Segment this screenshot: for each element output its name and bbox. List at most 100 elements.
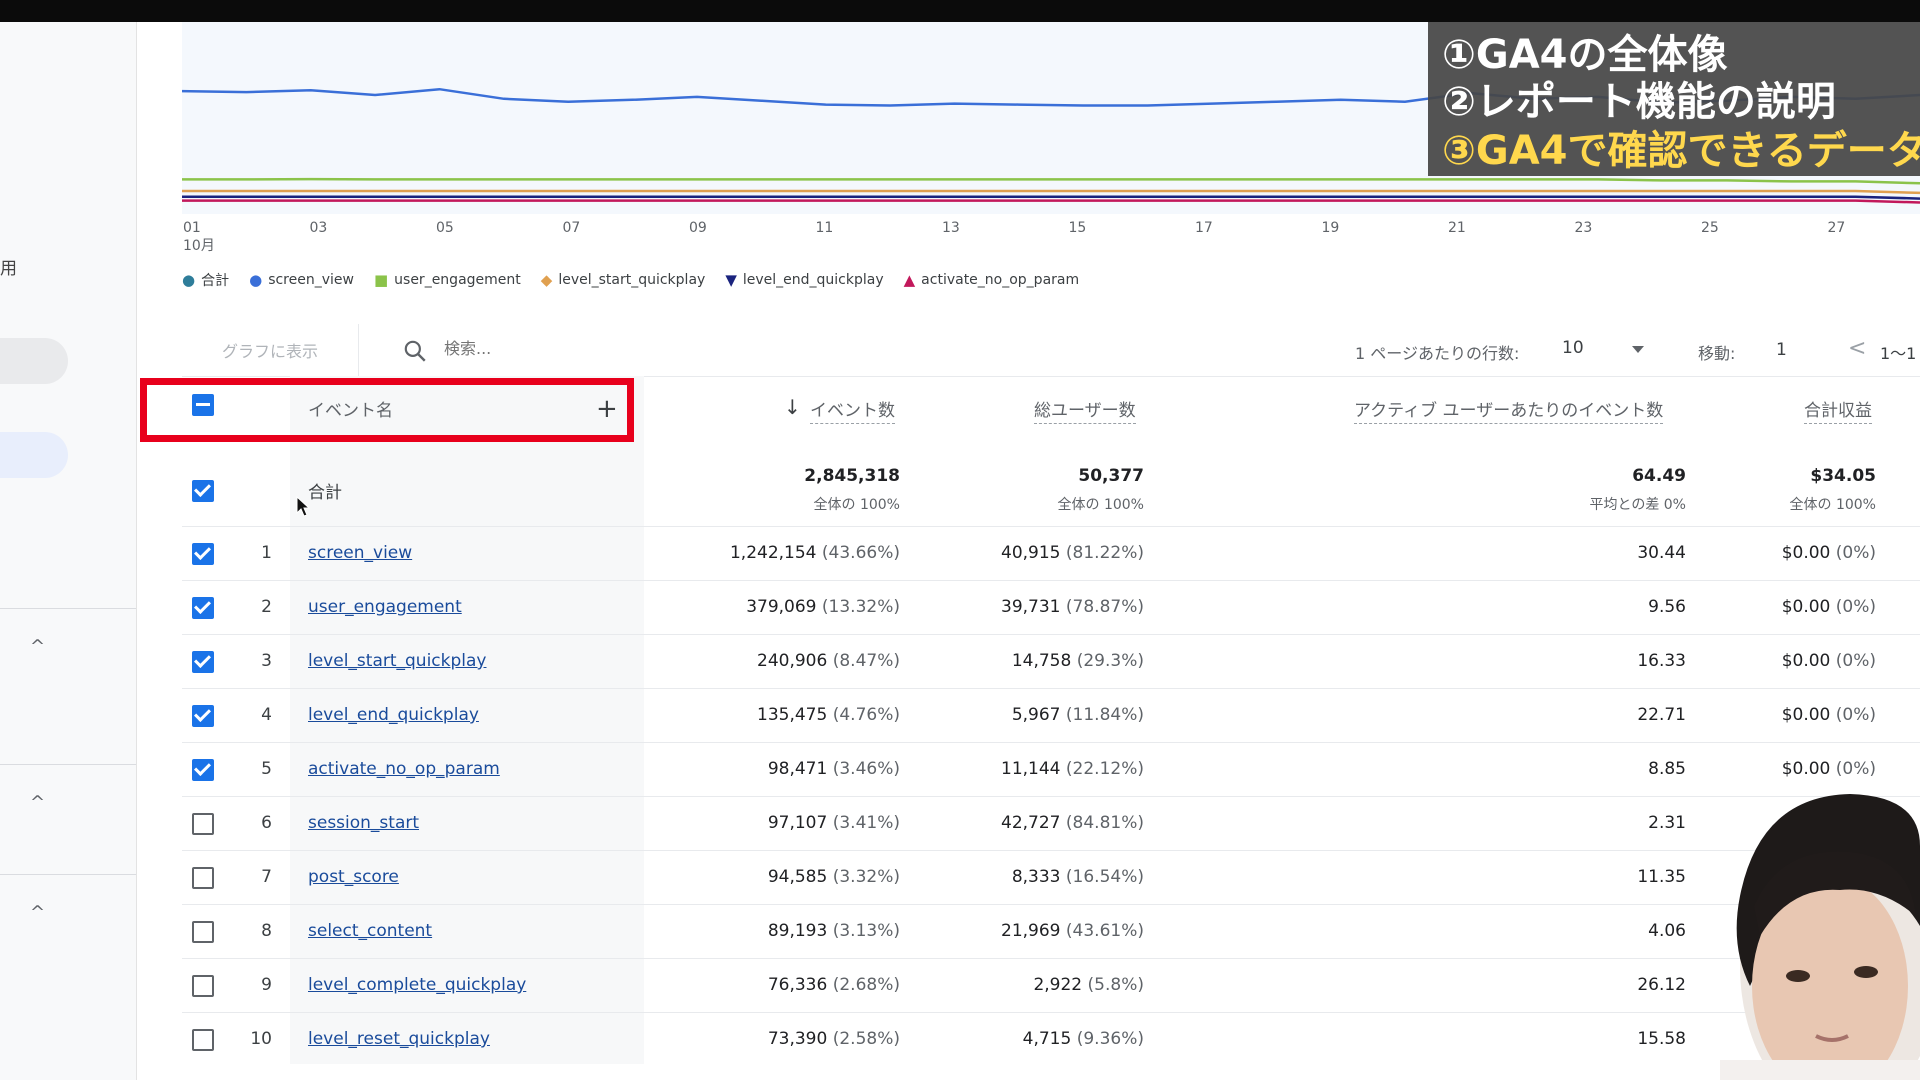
- header-total-revenue[interactable]: 合計収益: [1804, 396, 1872, 424]
- header-events-per-active-user[interactable]: アクティブ ユーザーあたりのイベント数: [1354, 396, 1664, 424]
- table-row[interactable]: 1 screen_view 1,242,154 (43.66%) 40,915 (81…: [182, 526, 1920, 581]
- x-tick-label: 17: [1195, 220, 1213, 236]
- event-count-cell-percent: (2.68%): [832, 975, 900, 995]
- table-row[interactable]: 5 activate_no_op_param 98,471 (3.46%) 11,14…: [182, 742, 1920, 797]
- table-row[interactable]: 2 user_engagement 379,069 (13.32%) 39,731 (…: [182, 580, 1920, 635]
- event-name-link[interactable]: level_end_quickplay: [308, 705, 479, 725]
- revenue-cell-value: $0.00: [1781, 543, 1831, 563]
- row-number: 2: [261, 597, 272, 617]
- sidebar-divider: [0, 608, 136, 609]
- legend-item[interactable]: ■ user_engagement: [374, 272, 521, 288]
- event-name-link[interactable]: level_complete_quickplay: [308, 975, 526, 995]
- events-per-user-cell-value: 9.56: [1648, 597, 1686, 617]
- row-number: 5: [261, 759, 272, 779]
- event-count-cell-percent: (3.32%): [832, 867, 900, 887]
- total-users-cell: 42,727 (84.81%): [1001, 813, 1144, 833]
- events-per-user-cell-value: 11.35: [1637, 867, 1686, 887]
- total-users-cell-percent: (43.61%): [1065, 921, 1144, 941]
- event-name-link[interactable]: user_engagement: [308, 597, 462, 617]
- row-checkbox[interactable]: [192, 759, 214, 781]
- event-name-link[interactable]: post_score: [308, 867, 399, 887]
- table-row[interactable]: 4 level_end_quickplay 135,475 (4.76%) 5,967…: [182, 688, 1920, 743]
- total-users-cell: 2,922 (5.8%): [1033, 975, 1144, 995]
- total-users-cell: 39,731 (78.87%): [1001, 597, 1144, 617]
- legend-item[interactable]: ● 合計: [182, 270, 229, 290]
- revenue-cell: $0.00 (0%): [1782, 651, 1876, 671]
- x-tick-label: 21: [1448, 220, 1466, 236]
- row-checkbox[interactable]: [192, 705, 214, 727]
- page-range: 1〜1: [1880, 344, 1917, 363]
- search-input[interactable]: [442, 338, 666, 359]
- event-count-cell: 1,242,154 (43.66%): [730, 543, 900, 563]
- row-checkbox[interactable]: [192, 921, 214, 943]
- search-icon: [404, 340, 426, 362]
- event-count-cell-percent: (8.47%): [832, 651, 900, 671]
- x-tick-label: 13: [942, 220, 960, 236]
- table-row[interactable]: 9 level_complete_quickplay 76,336 (2.68%) 2…: [182, 958, 1920, 1013]
- event-name-link[interactable]: screen_view: [308, 543, 412, 563]
- event-name-link[interactable]: session_start: [308, 813, 419, 833]
- table-row[interactable]: 10 level_reset_quickplay 73,390 (2.58%) 4,7…: [182, 1012, 1920, 1067]
- sort-descending-icon[interactable]: ↓: [784, 395, 801, 419]
- event-count-cell: 89,193 (3.13%): [768, 921, 900, 941]
- table-row[interactable]: 7 post_score 94,585 (3.32%) 8,333 (16.54%) 1…: [182, 850, 1920, 905]
- sidebar-nav-item-active[interactable]: [0, 432, 68, 478]
- event-name-link[interactable]: level_start_quickplay: [308, 651, 487, 671]
- show-in-graph-button[interactable]: グラフに表示: [182, 324, 359, 376]
- event-count-cell-percent: (2.58%): [832, 1029, 900, 1049]
- legend-triangle-down-icon: ▼: [725, 270, 737, 289]
- total-events-per-user-sub: 平均との差 0%: [1589, 497, 1686, 513]
- caret-down-icon: [1632, 346, 1644, 353]
- events-per-user-cell-value: 15.58: [1637, 1029, 1686, 1049]
- total-users-cell-value: 5,967: [1011, 705, 1061, 725]
- chevron-left-icon[interactable]: <: [1848, 336, 1866, 361]
- row-checkbox[interactable]: [192, 1029, 214, 1051]
- sidebar-divider: [0, 764, 136, 765]
- x-tick-label: 25: [1701, 220, 1719, 236]
- row-checkbox[interactable]: [192, 975, 214, 997]
- events-per-user-cell: 11.35: [1637, 867, 1686, 887]
- legend-item[interactable]: ◆ level_start_quickplay: [541, 272, 706, 288]
- row-number: 6: [261, 813, 272, 833]
- legend-item[interactable]: ▲ activate_no_op_param: [904, 272, 1080, 288]
- events-per-user-cell: 30.44: [1637, 543, 1686, 563]
- row-checkbox[interactable]: [192, 867, 214, 889]
- row-checkbox[interactable]: [192, 651, 214, 673]
- row-checkbox[interactable]: [192, 597, 214, 619]
- go-to-page-input[interactable]: 1: [1776, 340, 1787, 360]
- header-total-users[interactable]: 総ユーザー数: [1034, 396, 1136, 424]
- chevron-up-icon[interactable]: ^: [30, 636, 45, 657]
- header-event-count[interactable]: イベント数: [810, 396, 895, 424]
- legend-item[interactable]: ● screen_view: [249, 272, 354, 288]
- sidebar-text-fragment: 用: [0, 259, 17, 279]
- table-row[interactable]: 8 select_content 89,193 (3.13%) 21,969 (43.…: [182, 904, 1920, 959]
- highlight-box: [140, 378, 634, 442]
- event-count-cell-value: 240,906: [757, 651, 828, 671]
- sidebar-nav-item[interactable]: [0, 338, 68, 384]
- events-per-user-cell: 16.33: [1637, 651, 1686, 671]
- total-users-cell-percent: (78.87%): [1065, 597, 1144, 617]
- event-count-cell: 76,336 (2.68%): [768, 975, 900, 995]
- row-checkbox[interactable]: [192, 543, 214, 565]
- table-row[interactable]: 6 session_start 97,107 (3.41%) 42,727 (84.8…: [182, 796, 1920, 851]
- total-label: 合計: [308, 483, 342, 503]
- event-count-cell-value: 379,069: [746, 597, 817, 617]
- total-users-cell-value: 8,333: [1011, 867, 1061, 887]
- event-count-cell-percent: (3.13%): [832, 921, 900, 941]
- event-name-link[interactable]: activate_no_op_param: [308, 759, 500, 779]
- table-row[interactable]: 3 level_start_quickplay 240,906 (8.47%) 14,…: [182, 634, 1920, 689]
- row-number: 4: [261, 705, 272, 725]
- event-name-link[interactable]: select_content: [308, 921, 432, 941]
- events-per-user-cell: 8.85: [1648, 759, 1686, 779]
- event-count-cell-value: 76,336: [767, 975, 828, 995]
- sidebar-divider: [0, 874, 136, 875]
- legend-item[interactable]: ▼ level_end_quickplay: [725, 272, 883, 288]
- event-count-cell: 240,906 (8.47%): [757, 651, 900, 671]
- total-checkbox[interactable]: [192, 480, 214, 502]
- chevron-up-icon[interactable]: ^: [30, 902, 45, 923]
- event-name-link[interactable]: level_reset_quickplay: [308, 1029, 490, 1049]
- chevron-up-icon[interactable]: ^: [30, 792, 45, 813]
- total-users-cell-value: 39,731: [1001, 597, 1061, 617]
- row-checkbox[interactable]: [192, 813, 214, 835]
- rows-per-page-select[interactable]: 10: [1562, 338, 1644, 364]
